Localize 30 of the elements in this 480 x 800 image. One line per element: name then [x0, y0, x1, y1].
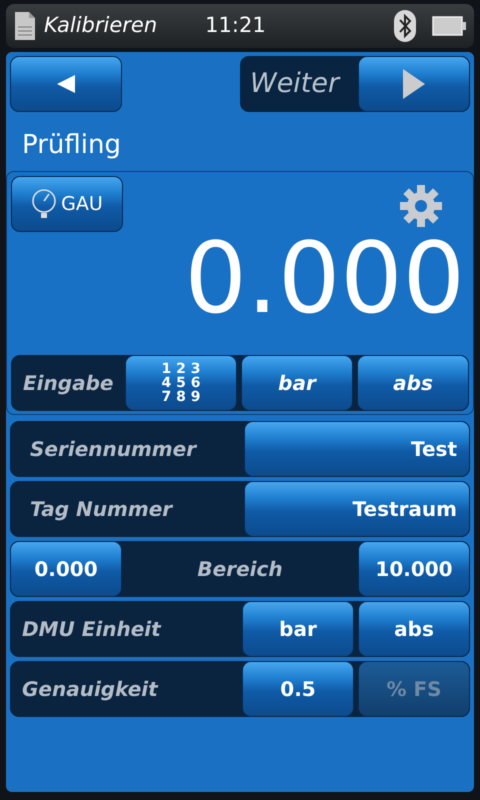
- bluetooth-icon: [394, 10, 416, 42]
- range-high-button[interactable]: 10.000: [358, 541, 470, 597]
- range-low-button[interactable]: 0.000: [10, 541, 122, 597]
- unit-button[interactable]: bar: [241, 355, 353, 411]
- settings-icon[interactable]: [399, 184, 443, 228]
- option-button[interactable]: abs: [358, 601, 470, 657]
- value-field[interactable]: Test: [244, 421, 470, 477]
- field-label: Eingabe: [22, 370, 114, 397]
- field-label: Tag Nummer: [29, 496, 174, 523]
- field-label: Seriennummer: [29, 436, 198, 463]
- value-field[interactable]: Testraum: [244, 481, 470, 537]
- back-button[interactable]: [10, 56, 122, 112]
- document-icon: [14, 11, 36, 41]
- field-label: DMU Einheit: [21, 616, 161, 643]
- keypad-button[interactable]: 1 2 3 4 5 6 7 8 9: [125, 355, 237, 411]
- sensor-button[interactable]: GAU: [11, 176, 123, 232]
- next-button[interactable]: Weiter: [240, 56, 470, 112]
- app-title: Kalibrieren: [44, 12, 158, 40]
- reading-value: 0.000: [183, 230, 466, 328]
- battery-icon: [432, 16, 466, 36]
- option-button[interactable]: 0.5: [242, 661, 354, 717]
- field-label: Bereich: [196, 556, 284, 583]
- option-button[interactable]: bar: [242, 601, 354, 657]
- field-label: Genauigkeit: [21, 676, 158, 703]
- left-arrow-icon: [55, 73, 77, 95]
- gauge-icon: [31, 188, 58, 220]
- right-arrow-icon: [401, 67, 427, 101]
- mode-button[interactable]: abs: [357, 355, 469, 411]
- section-title: Prüfling: [21, 129, 122, 162]
- clock-time: 11:21: [205, 12, 266, 40]
